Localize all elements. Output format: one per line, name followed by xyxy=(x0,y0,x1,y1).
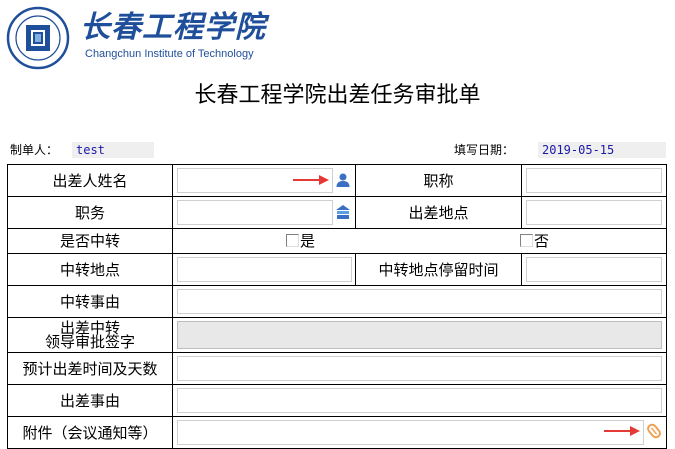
creator-value: test xyxy=(72,142,154,158)
page-title: 长春工程学院出差任务审批单 xyxy=(194,83,481,108)
trip-reason-cell xyxy=(172,384,667,417)
logo-chinese-name: 长春工程学院 xyxy=(80,10,266,45)
creator-label: 制单人： xyxy=(10,143,59,157)
attachment-input[interactable] xyxy=(177,420,644,445)
meta-row: 制单人： test 填写日期： 2019-05-15 xyxy=(0,141,675,159)
header: 长春工程学院 Changchun Institute of Technology xyxy=(0,0,675,70)
logo-english-name: Changchun Institute of Technology xyxy=(85,48,254,60)
transfer-stay-label: 中转地点停留时间 xyxy=(355,253,522,286)
position-label: 职务 xyxy=(7,196,173,229)
transfer-reason-cell xyxy=(172,285,667,318)
job-title-cell xyxy=(521,164,667,197)
transfer-location-cell xyxy=(172,253,356,286)
job-title-input[interactable] xyxy=(526,168,662,193)
duration-label: 预计出差时间及天数 xyxy=(7,352,173,385)
transfer-label: 是否中转 xyxy=(7,228,173,254)
job-title-label: 职称 xyxy=(355,164,522,197)
transfer-location-label: 中转地点 xyxy=(7,253,173,286)
transfer-yes-checkbox[interactable] xyxy=(286,234,299,247)
position-input[interactable] xyxy=(177,200,333,225)
transfer-options-cell: 是 否 xyxy=(172,228,667,254)
org-icon[interactable] xyxy=(335,204,351,220)
transfer-location-input[interactable] xyxy=(177,257,352,282)
leader-sign-readonly-field xyxy=(177,321,662,349)
transfer-reason-input[interactable] xyxy=(177,289,662,314)
destination-cell xyxy=(521,196,667,229)
destination-input[interactable] xyxy=(526,200,662,225)
transfer-no-label: 否 xyxy=(534,232,550,250)
transfer-no-option[interactable]: 否 xyxy=(520,232,549,250)
duration-cell xyxy=(172,352,667,385)
trip-reason-label: 出差事由 xyxy=(7,384,173,417)
transfer-yes-option[interactable]: 是 xyxy=(286,232,315,250)
duration-input[interactable] xyxy=(177,356,662,381)
leader-sign-label: 出差中转 领导审批签字 xyxy=(7,317,173,353)
transfer-stay-input[interactable] xyxy=(526,257,662,282)
transfer-stay-cell xyxy=(521,253,667,286)
traveler-name-cell xyxy=(172,164,356,197)
destination-label: 出差地点 xyxy=(355,196,522,229)
travel-approval-form: 出差人姓名 职称 职务 出差地点 是否中转 是 否 中转地点 中转地点停留时间 … xyxy=(7,164,667,449)
paperclip-icon[interactable] xyxy=(646,423,662,439)
traveler-name-label: 出差人姓名 xyxy=(7,164,173,197)
red-arrow-icon xyxy=(604,426,640,436)
transfer-no-checkbox[interactable] xyxy=(520,234,533,247)
date-label: 填写日期： xyxy=(454,143,515,157)
date-value: 2019-05-15 xyxy=(538,142,666,158)
transfer-reason-label: 中转事由 xyxy=(7,285,173,318)
leader-sign-label-line2: 领导审批签字 xyxy=(44,333,135,351)
red-arrow-icon xyxy=(293,175,329,185)
university-emblem-icon xyxy=(6,6,70,70)
position-cell xyxy=(172,196,356,229)
transfer-yes-label: 是 xyxy=(300,232,316,250)
trip-reason-input[interactable] xyxy=(177,388,662,413)
person-icon[interactable] xyxy=(335,172,351,188)
leader-sign-cell xyxy=(172,317,667,353)
